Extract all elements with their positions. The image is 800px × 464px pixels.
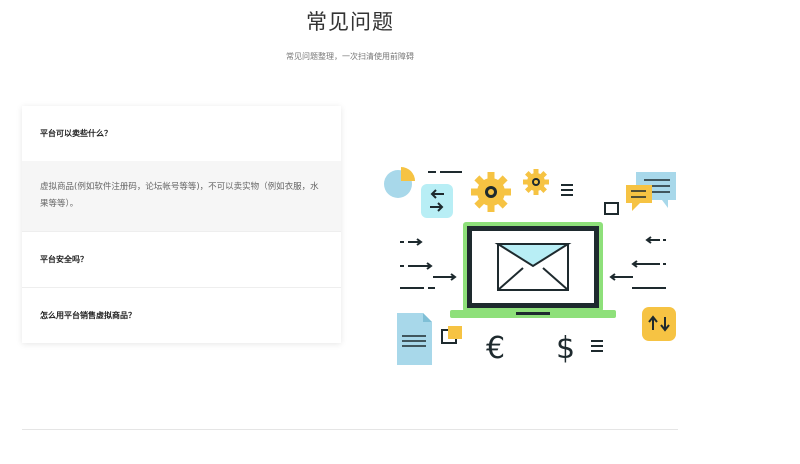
up-down-arrows-icon	[642, 307, 676, 341]
euro-icon: €	[486, 331, 505, 366]
faq-answer-1: 虚拟商品(例如软件注册码，论坛帐号等等)，不可以卖实物（例如衣服，水果等等）。	[22, 161, 341, 231]
page: 常见问题 常见问题整理，一次扫清使用前障碍 平台可以卖些什么？ 虚拟商品(例如软…	[0, 0, 800, 464]
square-icon	[441, 326, 462, 344]
faq-question-2[interactable]: 平台安全吗？	[22, 232, 341, 287]
faq-item: 平台安全吗？	[22, 232, 341, 288]
chat-bubble-icon	[626, 172, 676, 211]
page-subtitle: 常见问题整理，一次扫清使用前障碍	[286, 52, 414, 61]
arrows-right-icon	[400, 238, 457, 289]
faq-question-1[interactable]: 平台可以卖些什么？	[22, 106, 341, 161]
faq-question-3[interactable]: 怎么用平台销售虚拟商品？	[22, 288, 341, 343]
faq-item: 怎么用平台销售虚拟商品？	[22, 288, 341, 343]
arrows-left-icon	[609, 236, 666, 289]
faq-accordion: 平台可以卖些什么？ 虚拟商品(例如软件注册码，论坛帐号等等)，不可以卖实物（例如…	[22, 106, 341, 343]
envelope-icon	[494, 243, 572, 291]
menu-lines-icon	[591, 340, 603, 352]
gear-icon	[523, 169, 549, 195]
divider	[22, 429, 678, 430]
arrows-swap-icon	[421, 184, 453, 218]
pie-chart-icon	[384, 167, 415, 198]
faq-item: 平台可以卖些什么？ 虚拟商品(例如软件注册码，论坛帐号等等)，不可以卖实物（例如…	[22, 106, 341, 232]
menu-lines-icon	[561, 184, 573, 196]
faq-illustration: € $	[384, 167, 676, 366]
page-title: 常见问题	[306, 10, 394, 34]
document-icon	[397, 313, 432, 365]
square-icon	[604, 202, 619, 215]
dollar-icon: $	[556, 331, 575, 366]
gear-icon	[471, 172, 511, 212]
